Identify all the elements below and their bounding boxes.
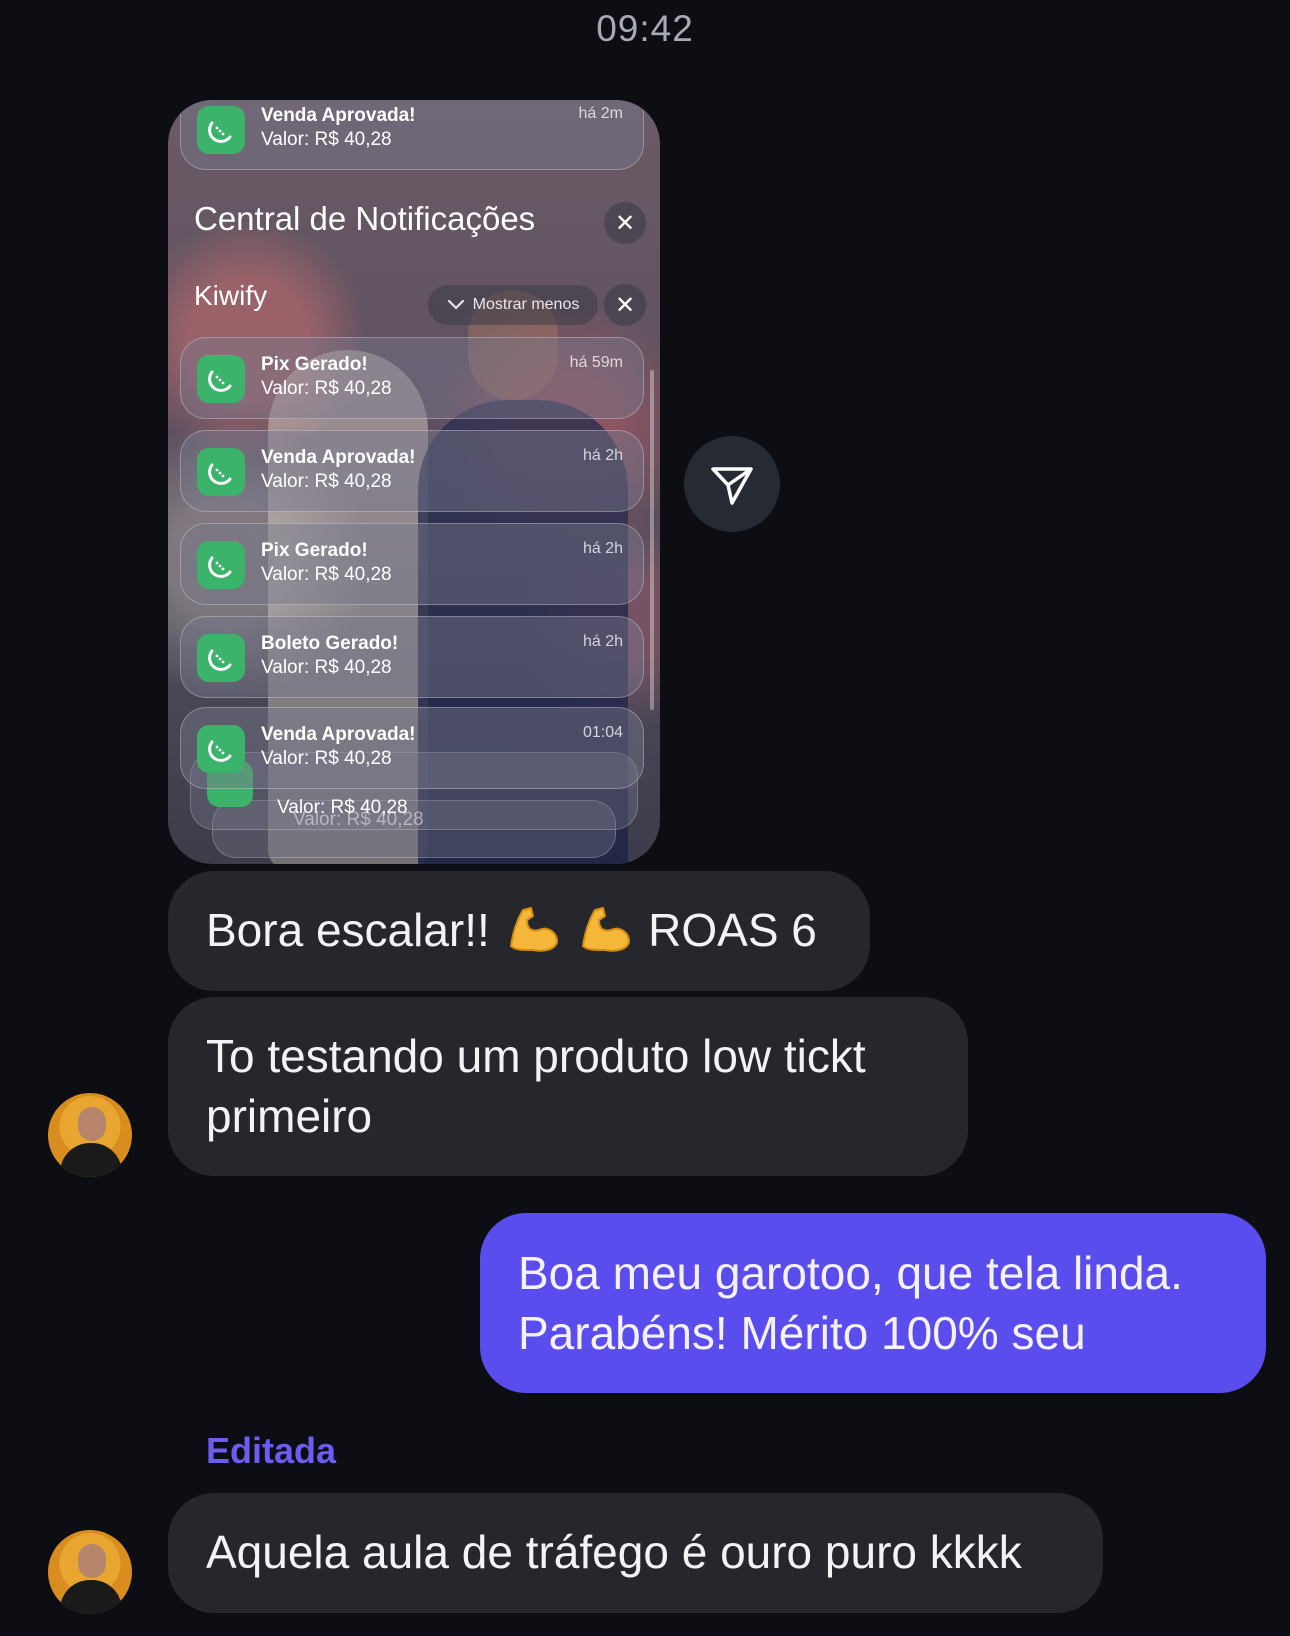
avatar-body xyxy=(60,1143,122,1177)
message-text: Boa meu garotoo, que tela linda. Parabén… xyxy=(518,1247,1183,1359)
edited-label: Editada xyxy=(206,1430,337,1471)
notification-item: Pix Gerado! Valor: R$ 40,28 há 2h xyxy=(180,523,644,605)
notification-title: Venda Aprovada! xyxy=(261,724,416,745)
avatar-body xyxy=(60,1580,122,1614)
shared-screenshot-image[interactable]: Venda Aprovada! Valor: R$ 40,28 há 2m Ce… xyxy=(168,100,660,864)
scroll-indicator xyxy=(650,370,654,710)
notification-time: há 2m xyxy=(578,105,623,122)
kiwi-icon xyxy=(197,634,245,682)
notification-value: Valor: R$ 40,28 xyxy=(261,471,392,492)
notification-time: há 2h xyxy=(582,447,623,464)
notification-time: há 2h xyxy=(582,540,623,557)
stacked-notification-value: Valor: R$ 40,28 xyxy=(277,797,408,818)
avatar[interactable] xyxy=(48,1093,132,1177)
flexed-biceps-icon xyxy=(582,906,631,952)
message-text: Bora escalar!! xyxy=(206,904,490,956)
notification-title: Venda Aprovada! xyxy=(261,105,416,126)
message-bubble-incoming[interactable]: To testando um produto low tickt primeir… xyxy=(168,997,968,1176)
show-less-label: Mostrar menos xyxy=(472,296,580,313)
message-text: ROAS 6 xyxy=(648,904,817,956)
message-bubble-incoming[interactable]: Bora escalar!! ROAS 6 xyxy=(168,871,870,991)
notification-top: Venda Aprovada! Valor: R$ 40,28 há 2m xyxy=(180,100,644,170)
avatar-face xyxy=(78,1107,106,1141)
notification-item: Boleto Gerado! Valor: R$ 40,28 há 2h xyxy=(180,616,644,698)
notification-time: há 2h xyxy=(582,633,623,650)
kiwi-icon xyxy=(197,541,245,589)
message-bubble-incoming[interactable]: Aquela aula de tráfego é ouro puro kkkk xyxy=(168,1493,1103,1613)
notification-value: Valor: R$ 40,28 xyxy=(261,657,392,678)
notification-center-title: Central de Notificações xyxy=(194,200,536,237)
notification-title: Boleto Gerado! xyxy=(261,633,399,654)
notification-item: Venda Aprovada! Valor: R$ 40,28 há 2h xyxy=(180,430,644,512)
notification-item: Pix Gerado! Valor: R$ 40,28 há 59m xyxy=(180,337,644,419)
notification-time: há 59m xyxy=(569,354,623,371)
notification-value: Valor: R$ 40,28 xyxy=(261,129,392,150)
flexed-biceps-icon xyxy=(509,906,558,952)
avatar[interactable] xyxy=(48,1530,132,1614)
notification-title: Pix Gerado! xyxy=(261,354,368,375)
notification-time: 01:04 xyxy=(582,724,623,741)
avatar-face xyxy=(78,1544,106,1578)
close-icon: ✕ xyxy=(604,202,646,244)
kiwi-icon xyxy=(197,448,245,496)
notification-group-title: Kiwify xyxy=(194,280,268,311)
notification-title: Venda Aprovada! xyxy=(261,447,416,468)
send-icon xyxy=(711,467,753,505)
share-button[interactable] xyxy=(684,436,780,532)
show-less-button: Mostrar menos xyxy=(428,285,598,325)
notification-item: Venda Aprovada! Valor: R$ 40,28 01:04 xyxy=(180,707,644,789)
close-group-icon: ✕ xyxy=(604,284,646,326)
message-bubble-outgoing[interactable]: Boa meu garotoo, que tela linda. Parabén… xyxy=(480,1213,1266,1393)
kiwi-icon xyxy=(197,106,245,154)
chevron-down-icon xyxy=(447,299,464,310)
message-text: To testando um produto low tickt primeir… xyxy=(206,1030,866,1142)
notification-value: Valor: R$ 40,28 xyxy=(261,378,392,399)
message-text: Aquela aula de tráfego é ouro puro kkkk xyxy=(206,1526,1022,1578)
kiwi-icon xyxy=(197,355,245,403)
notification-title: Pix Gerado! xyxy=(261,540,368,561)
notification-value: Valor: R$ 40,28 xyxy=(261,564,392,585)
message-timestamp: 09:42 xyxy=(596,8,694,49)
kiwi-icon xyxy=(197,725,245,773)
notification-value: Valor: R$ 40,28 xyxy=(261,748,392,769)
